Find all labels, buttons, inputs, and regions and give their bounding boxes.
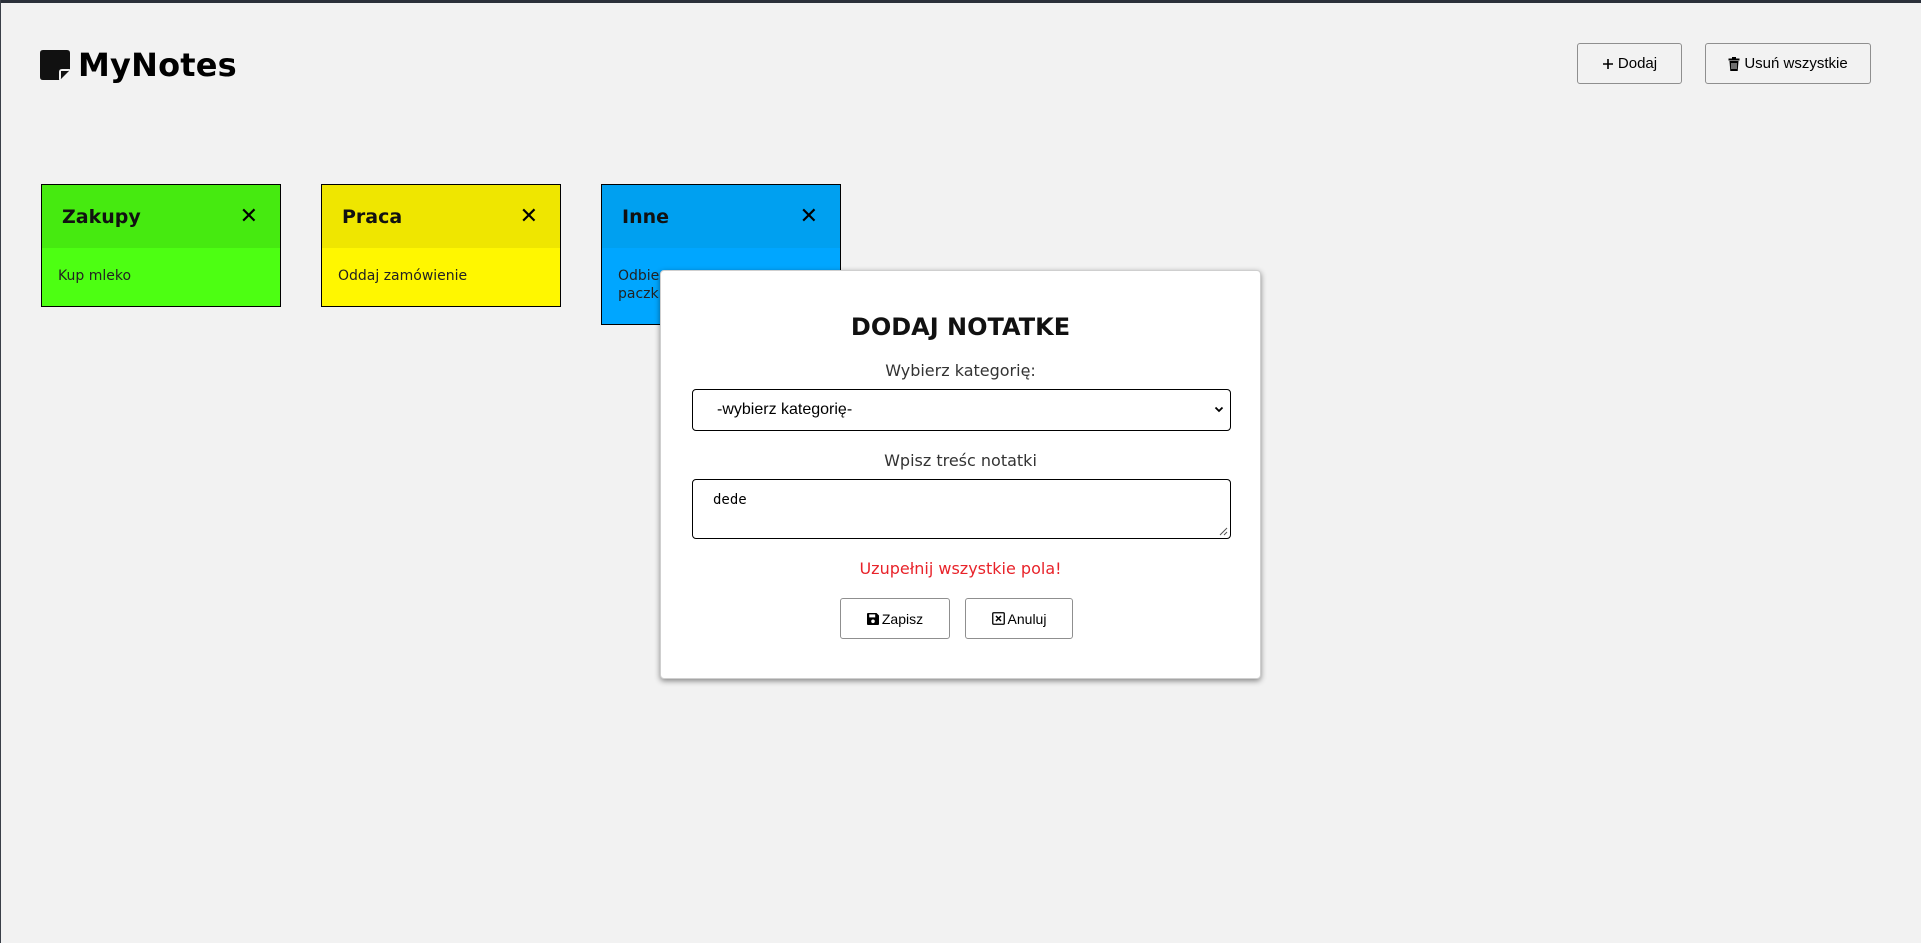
- plus-icon: [1602, 58, 1613, 69]
- category-label: Wybierz kategorię:: [885, 361, 1036, 380]
- delete-all-label: Usuń wszystkie: [1744, 55, 1848, 72]
- trash-icon: [1728, 56, 1740, 71]
- add-note-label: Dodaj: [1617, 55, 1658, 72]
- floppy-disk-icon: [866, 612, 879, 625]
- error-message: Uzupełnij wszystkie pola!: [859, 559, 1062, 578]
- note-header: Zakupy ✕: [42, 185, 280, 248]
- add-note-button[interactable]: Dodaj: [1577, 43, 1682, 84]
- add-note-modal: DODAJ NOTATKE Wybierz kategorię: -wybier…: [660, 270, 1261, 679]
- delete-all-button[interactable]: Usuń wszystkie: [1705, 43, 1871, 84]
- content-label: Wpisz treśc notatki: [884, 451, 1037, 470]
- note-card: Praca ✕ Oddaj zamówienie: [321, 184, 561, 307]
- cancel-button[interactable]: Anuluj: [965, 598, 1073, 639]
- cancel-label: Anuluj: [1007, 610, 1047, 627]
- save-label: Zapisz: [881, 610, 924, 627]
- note-title: Zakupy: [62, 205, 141, 228]
- note-content-textarea[interactable]: dede: [692, 479, 1231, 539]
- modal-title: DODAJ NOTATKE: [850, 313, 1071, 341]
- resize-grip-icon[interactable]: [1219, 527, 1228, 536]
- textarea-value: dede: [713, 492, 747, 508]
- window-top-border: [0, 0, 1921, 3]
- note-title: Praca: [342, 205, 403, 228]
- window-left-border: [0, 0, 1, 943]
- note-content: Kup mleko: [42, 248, 280, 306]
- save-button[interactable]: Zapisz: [840, 598, 950, 639]
- note-header: Praca ✕: [322, 185, 560, 248]
- x-box-icon: [991, 612, 1005, 625]
- app-logo: MyNotes: [40, 46, 237, 84]
- category-select[interactable]: -wybierz kategorię-: [692, 389, 1231, 431]
- close-icon[interactable]: ✕: [240, 205, 258, 228]
- note-content: Oddaj zamówienie: [322, 248, 560, 306]
- note-card: Zakupy ✕ Kup mleko: [41, 184, 281, 307]
- category-selected-value: -wybierz kategorię-: [717, 401, 853, 418]
- note-title: Inne: [622, 205, 670, 228]
- close-icon[interactable]: ✕: [800, 205, 818, 228]
- note-header: Inne ✕: [602, 185, 840, 248]
- chevron-down-icon: [1214, 406, 1224, 413]
- close-icon[interactable]: ✕: [520, 205, 538, 228]
- note-icon: [40, 50, 70, 80]
- app-title: MyNotes: [78, 46, 237, 84]
